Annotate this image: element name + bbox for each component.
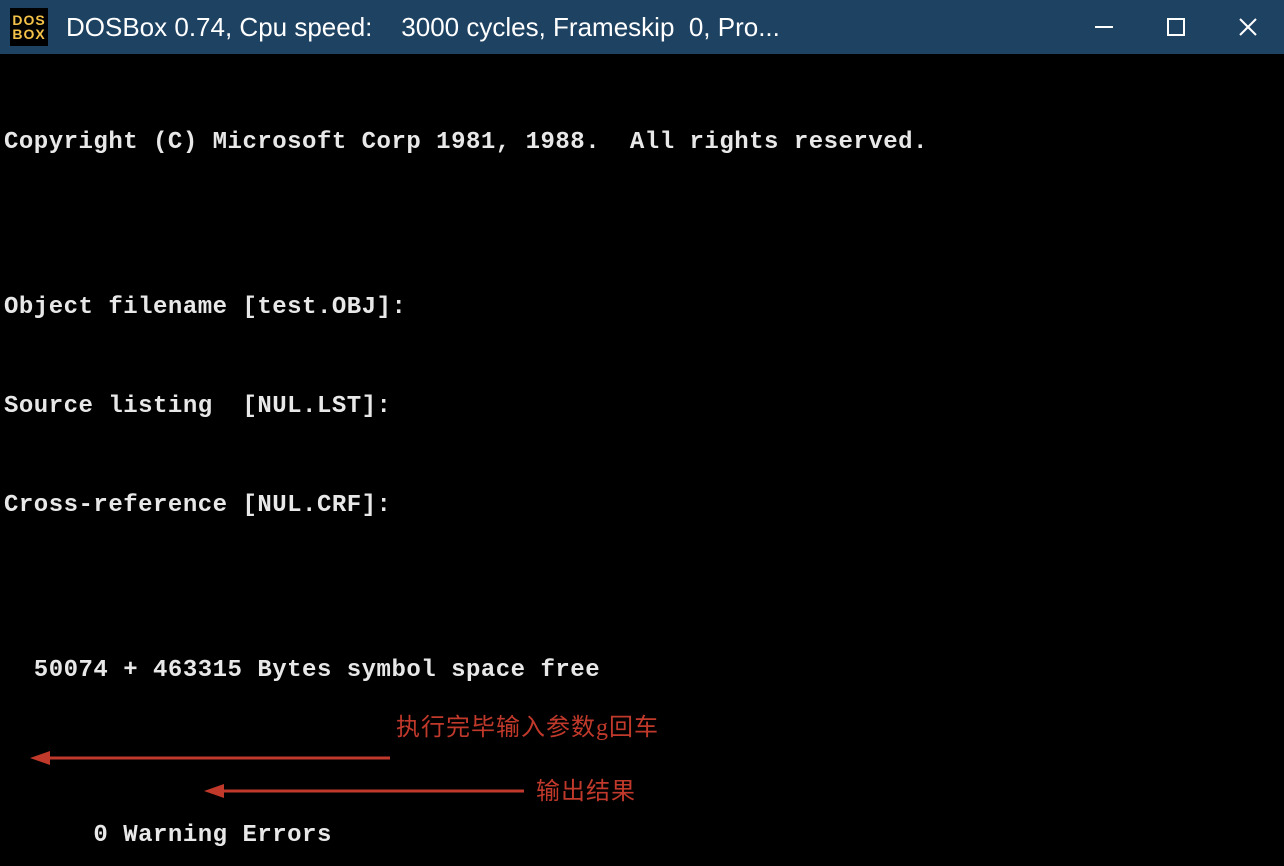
maximize-button[interactable] (1140, 0, 1212, 54)
close-icon (1236, 15, 1260, 39)
terminal-line: Copyright (C) Microsoft Corp 1981, 1988.… (4, 126, 1280, 159)
terminal-line: Source listing [NUL.LST]: (4, 390, 1280, 423)
maximize-icon (1166, 17, 1186, 37)
annotation-arrow-1 (30, 748, 390, 768)
annotation-arrow-2 (204, 781, 524, 801)
icon-text-bottom: BOX (12, 27, 45, 41)
terminal-output[interactable]: Copyright (C) Microsoft Corp 1981, 1988.… (0, 54, 1284, 866)
terminal-line: Object filename [test.OBJ]: (4, 291, 1280, 324)
icon-text-top: DOS (12, 13, 45, 27)
titlebar[interactable]: DOS BOX DOSBox 0.74, Cpu speed: 3000 cyc… (0, 0, 1284, 54)
annotation-text-1: 执行完毕输入参数g回车 (396, 712, 659, 745)
window-title: DOSBox 0.74, Cpu speed: 3000 cycles, Fra… (66, 12, 780, 43)
minimize-icon (1092, 15, 1116, 39)
terminal-line: 50074 + 463315 Bytes symbol space free (4, 654, 1280, 687)
minimize-button[interactable] (1068, 0, 1140, 54)
dosbox-icon: DOS BOX (10, 8, 48, 46)
terminal-line: 0 Warning Errors (4, 819, 1280, 852)
annotation-text-2: 输出结果 (536, 776, 636, 809)
close-button[interactable] (1212, 0, 1284, 54)
terminal-line: Cross-reference [NUL.CRF]: (4, 489, 1280, 522)
